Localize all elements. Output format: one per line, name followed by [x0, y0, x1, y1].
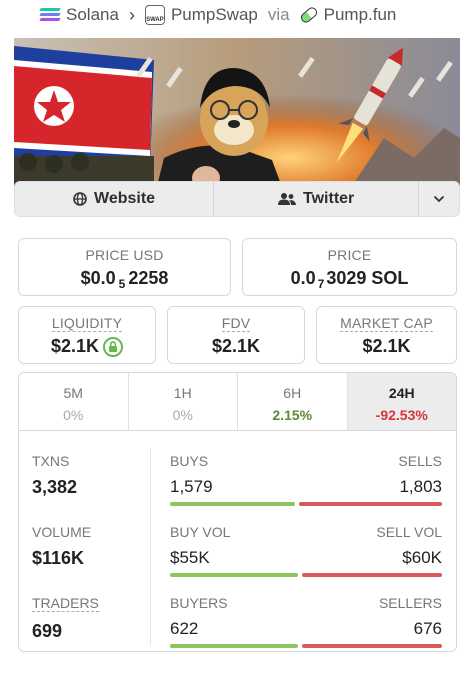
buys-value: 1,579 — [170, 477, 213, 496]
volume-label: VOLUME — [32, 524, 92, 540]
twitter-label: Twitter — [303, 190, 355, 207]
tab-5m-label: 5M — [63, 385, 83, 401]
buyers-value: 622 — [170, 619, 199, 638]
txns-value: 3,382 — [32, 477, 78, 497]
tab-5m[interactable]: 5M 0% — [19, 373, 129, 430]
globe-icon — [73, 192, 87, 206]
sell-bar — [302, 644, 442, 648]
twitter-button[interactable]: Twitter — [214, 182, 420, 216]
sells-value: 1,803 — [399, 477, 442, 496]
traders-label[interactable]: TRADERS — [32, 595, 99, 612]
flag-graphic — [14, 46, 154, 170]
liquidity-value: $2.1K — [19, 336, 155, 357]
price-usd-card: PRICE USD $0.0 5 2258 — [18, 238, 231, 296]
social-link-bar: Website Twitter — [14, 181, 460, 217]
breadcrumb: Solana › SWAP PumpSwap via Pump.fun — [0, 0, 474, 30]
tab-1h-label: 1H — [173, 385, 192, 401]
solana-icon — [39, 8, 61, 22]
sells-label: SELLS — [398, 453, 442, 469]
traders-row: TRADERS 699 BUYERS SELLERS 622 676 — [19, 595, 456, 651]
price-native-label: PRICE — [327, 247, 372, 263]
token-banner-image — [14, 38, 460, 198]
breadcrumb-dex[interactable]: PumpSwap — [171, 5, 258, 25]
tab-6h[interactable]: 6H 2.15% — [238, 373, 348, 430]
market-cap-value: $2.1K — [362, 336, 411, 356]
buy-bar — [170, 502, 296, 506]
sell-bar — [302, 573, 442, 577]
volume-row: VOLUME $116K BUY VOL SELL VOL $55K $60K — [19, 524, 456, 594]
fdv-label[interactable]: FDV — [168, 315, 304, 332]
lock-icon[interactable] — [103, 336, 124, 357]
volume-ratio-bar — [170, 573, 442, 577]
sell-vol-label: SELL VOL — [376, 524, 442, 540]
pill-icon — [298, 5, 319, 25]
buy-bar — [170, 573, 299, 577]
stats-panel: 5M 0% 1H 0% 6H 2.15% 24H -92.53% TXNS 3,… — [18, 372, 457, 652]
buys-label: BUYS — [170, 453, 209, 469]
chevron-down-icon — [433, 195, 445, 203]
tab-5m-change: 0% — [63, 407, 84, 423]
buy-vol-value: $55K — [170, 548, 210, 567]
volume-value: $116K — [32, 548, 85, 568]
tab-24h[interactable]: 24H -92.53% — [347, 373, 456, 430]
fdv-value: $2.1K — [211, 336, 261, 356]
tab-24h-label: 24H — [388, 385, 415, 401]
website-button[interactable]: Website — [15, 182, 215, 216]
traders-ratio-bar — [170, 644, 442, 648]
tab-6h-change: 2.15% — [272, 407, 313, 423]
price-native-card: PRICE 0.0 7 3029 SOL — [242, 238, 457, 296]
buy-bar — [170, 644, 299, 648]
users-icon — [278, 193, 297, 205]
buy-vol-label: BUY VOL — [170, 524, 231, 540]
sell-vol-value: $60K — [402, 548, 442, 567]
tab-6h-label: 6H — [283, 385, 302, 401]
more-links-dropdown[interactable] — [419, 182, 459, 216]
breadcrumb-via: via — [267, 5, 290, 24]
txns-label: TXNS — [32, 453, 70, 469]
breadcrumb-chain[interactable]: Solana — [66, 5, 119, 25]
liquidity-card: LIQUIDITY $2.1K — [18, 306, 156, 364]
txns-row: TXNS 3,382 BUYS SELLS 1,579 1,803 — [19, 453, 456, 523]
timeframe-tabs: 5M 0% 1H 0% 6H 2.15% 24H -92.53% — [19, 373, 456, 431]
sell-bar — [299, 502, 442, 506]
buyers-label: BUYERS — [170, 595, 228, 611]
sellers-value: 676 — [413, 619, 442, 638]
buys-sells-ratio-bar — [170, 502, 442, 506]
liquidity-label[interactable]: LIQUIDITY — [19, 315, 155, 332]
price-native-value: 0.0 7 3029 SOL — [290, 268, 409, 291]
tab-24h-change: -92.53% — [375, 407, 428, 423]
fdv-card: FDV $2.1K — [167, 306, 305, 364]
tab-1h[interactable]: 1H 0% — [129, 373, 238, 430]
price-usd-value: $0.0 5 2258 — [80, 268, 169, 291]
price-usd-label: PRICE USD — [85, 247, 164, 263]
breadcrumb-launchpad[interactable]: Pump.fun — [324, 5, 397, 25]
pumpswap-icon: SWAP — [144, 5, 165, 25]
sellers-label: SELLERS — [378, 595, 442, 611]
chevron-right-icon: › — [128, 4, 135, 25]
website-label: Website — [94, 190, 156, 207]
traders-value: 699 — [32, 621, 63, 641]
tab-1h-change: 0% — [172, 407, 193, 423]
market-cap-card: MARKET CAP $2.1K — [316, 306, 457, 364]
market-cap-label[interactable]: MARKET CAP — [317, 315, 456, 332]
